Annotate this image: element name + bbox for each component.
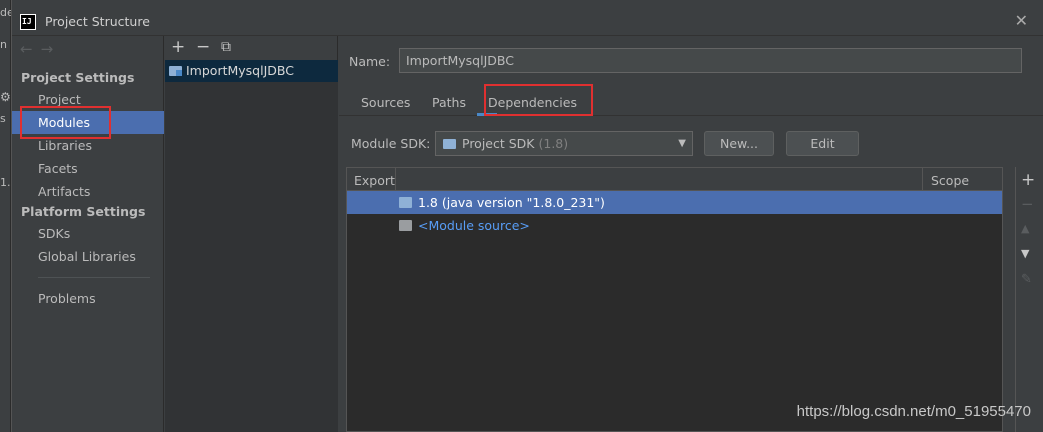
copy-module-icon[interactable]: ⧉ — [221, 39, 231, 55]
tab-paths[interactable]: Paths — [432, 95, 466, 110]
intellij-app-icon: IJ — [20, 14, 36, 30]
row-label: <Module source> — [418, 218, 530, 233]
module-list-item[interactable]: ImportMysqlJDBC — [165, 60, 338, 82]
table-row[interactable]: 1.8 (java version "1.8.0_231") — [347, 191, 1002, 214]
move-down-icon[interactable]: ▼ — [1021, 247, 1029, 260]
remove-dependency-icon[interactable]: − — [1021, 195, 1034, 213]
module-toolbar: + − ⧉ — [165, 36, 338, 60]
background-ide-strip: de n ⚙ s 1.8.0 — [0, 0, 28, 432]
add-dependency-icon[interactable]: + — [1021, 170, 1035, 190]
edit-dependency-icon[interactable]: ✎ — [1021, 272, 1032, 287]
close-icon[interactable]: ✕ — [1015, 11, 1028, 30]
section-heading-project-settings: Project Settings — [21, 70, 135, 85]
module-list-panel: + − ⧉ ImportMysqlJDBC — [165, 36, 338, 432]
add-module-icon[interactable]: + — [171, 37, 185, 57]
remove-module-icon[interactable]: − — [196, 37, 210, 57]
ide-text-fragment: n — [0, 38, 7, 51]
section-heading-platform-settings: Platform Settings — [21, 204, 146, 219]
dependencies-table: Export Scope 1.8 (java version "1.8.0_23… — [346, 167, 1003, 432]
module-sdk-value: Project SDK — [462, 136, 535, 151]
module-name-field[interactable]: ImportMysqlJDBC — [399, 48, 1022, 73]
module-folder-icon — [169, 66, 182, 76]
table-header: Export Scope — [347, 168, 1002, 191]
highlight-box-modules — [20, 106, 111, 139]
dependency-side-toolbar: + − ▲ ▼ ✎ — [1015, 167, 1039, 432]
watermark-text: https://blog.csdn.net/m0_51955470 — [796, 403, 1031, 420]
ide-icon-fragment: ⚙ — [0, 90, 11, 104]
nav-arrows: ←→ — [20, 40, 61, 58]
edit-sdk-button[interactable]: Edit — [786, 131, 859, 156]
module-list: ImportMysqlJDBC — [165, 60, 338, 432]
module-name: ImportMysqlJDBC — [186, 63, 294, 78]
source-folder-icon — [399, 220, 412, 231]
sidebar-item-problems[interactable]: Problems — [12, 287, 164, 310]
sidebar-item-sdks[interactable]: SDKs — [12, 222, 164, 245]
jdk-folder-icon — [399, 197, 412, 208]
dialog-title: Project Structure — [45, 14, 150, 29]
row-label: 1.8 (java version "1.8.0_231") — [418, 195, 605, 210]
module-sdk-dropdown[interactable]: Project SDK (1.8) ▼ — [435, 131, 693, 156]
chevron-down-icon: ▼ — [678, 138, 686, 149]
dialog-titlebar: IJ Project Structure ✕ — [12, 0, 1043, 36]
new-sdk-button[interactable]: New... — [704, 131, 774, 156]
name-label: Name: — [349, 54, 391, 69]
project-structure-dialog: IJ Project Structure ✕ ←→ Project Settin… — [11, 0, 1043, 432]
tab-sources[interactable]: Sources — [361, 95, 410, 110]
module-detail-pane: Name: ImportMysqlJDBC Sources Paths Depe… — [339, 36, 1043, 432]
move-up-icon[interactable]: ▲ — [1021, 222, 1029, 235]
highlight-box-dependencies — [484, 84, 593, 116]
module-tabs: Sources Paths Dependencies — [339, 88, 1043, 116]
ide-text-fragment: s — [0, 112, 6, 125]
settings-sidebar: ←→ Project Settings Project Modules Libr… — [12, 36, 164, 432]
header-divider — [922, 168, 923, 191]
module-sdk-label: Module SDK: — [351, 136, 431, 151]
sidebar-item-global-libraries[interactable]: Global Libraries — [12, 245, 164, 268]
back-arrow-icon[interactable]: ← — [20, 40, 41, 58]
header-scope[interactable]: Scope — [931, 173, 969, 188]
sdk-folder-icon — [443, 139, 456, 149]
table-row[interactable]: <Module source> — [347, 214, 1002, 237]
module-sdk-version: (1.8) — [538, 136, 569, 151]
sidebar-item-artifacts[interactable]: Artifacts — [12, 180, 164, 203]
sidebar-separator — [38, 277, 150, 278]
sidebar-item-facets[interactable]: Facets — [12, 157, 164, 180]
header-export[interactable]: Export — [354, 173, 395, 188]
forward-arrow-icon[interactable]: → — [41, 40, 62, 58]
header-divider — [395, 168, 396, 191]
